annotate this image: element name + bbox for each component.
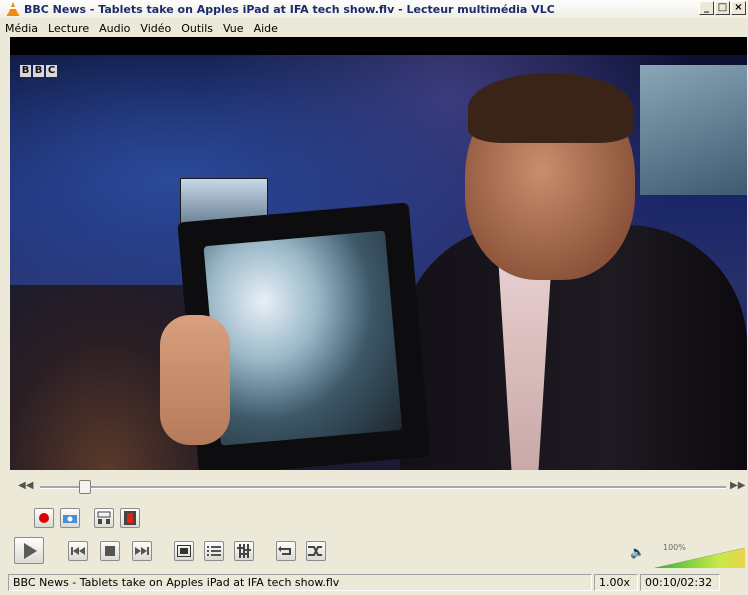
- fullscreen-button[interactable]: [174, 541, 194, 561]
- presenter-hair: [468, 73, 633, 143]
- menu-help[interactable]: Aide: [249, 22, 283, 35]
- loop-ab-button[interactable]: [94, 508, 114, 528]
- loop-ab-icon: [97, 511, 111, 524]
- fullscreen-icon: [177, 545, 191, 557]
- playlist-button[interactable]: [204, 541, 224, 561]
- extended-settings-button[interactable]: [234, 541, 254, 561]
- volume-slider[interactable]: [655, 548, 745, 568]
- seek-track[interactable]: [40, 486, 726, 489]
- snapshot-icon: [63, 515, 77, 523]
- menu-video[interactable]: Vidéo: [135, 22, 176, 35]
- menu-bar: Média Lecture Audio Vidéo Outils Vue Aid…: [0, 19, 748, 37]
- playback-time[interactable]: 00:10/02:32: [640, 574, 720, 591]
- frame-step-button[interactable]: [120, 508, 140, 528]
- video-top-band: [10, 37, 747, 55]
- stop-button[interactable]: [100, 541, 120, 561]
- menu-view[interactable]: Vue: [218, 22, 249, 35]
- record-button[interactable]: [34, 508, 54, 528]
- extended-settings-icon: [237, 544, 251, 558]
- background-screen-right: [640, 65, 747, 195]
- tablet-screen: [203, 230, 403, 446]
- minimize-button[interactable]: _: [699, 1, 714, 15]
- presenter-hand: [160, 315, 230, 445]
- playback-speed[interactable]: 1.00x: [594, 574, 638, 591]
- title-bar: BBC News - Tablets take on Apples iPad a…: [0, 0, 748, 18]
- menu-media[interactable]: Média: [0, 22, 43, 35]
- shuffle-button[interactable]: [306, 541, 326, 561]
- stop-icon: [105, 546, 115, 556]
- play-button[interactable]: [14, 537, 44, 564]
- frame-step-icon: [124, 511, 136, 525]
- video-display[interactable]: B B C: [10, 55, 747, 470]
- seek-forward-icon: ▶▶: [730, 480, 746, 491]
- speaker-icon[interactable]: 🔈: [630, 545, 645, 559]
- loop-button[interactable]: [276, 541, 296, 561]
- previous-button[interactable]: [68, 541, 88, 561]
- snapshot-button[interactable]: [60, 508, 80, 528]
- playlist-icon: [207, 546, 221, 556]
- shuffle-icon: [308, 546, 322, 556]
- previous-icon: [71, 547, 85, 555]
- seek-bar[interactable]: ◀◀ ▶▶: [18, 480, 748, 494]
- seek-handle[interactable]: [79, 480, 92, 494]
- status-filename: BBC News - Tablets take on Apples iPad a…: [8, 574, 592, 591]
- menu-audio[interactable]: Audio: [94, 22, 135, 35]
- next-button[interactable]: [132, 541, 152, 561]
- loop-icon: [278, 546, 291, 555]
- vlc-cone-icon: [6, 2, 20, 16]
- menu-tools[interactable]: Outils: [176, 22, 218, 35]
- seek-back-icon: ◀◀: [18, 480, 34, 491]
- record-icon: [39, 513, 49, 523]
- close-button[interactable]: ×: [731, 1, 746, 15]
- window-title: BBC News - Tablets take on Apples iPad a…: [24, 2, 555, 16]
- status-bar: BBC News - Tablets take on Apples iPad a…: [8, 574, 720, 592]
- bbc-logo: B B C: [20, 65, 57, 77]
- next-icon: [135, 547, 149, 555]
- maximize-button[interactable]: □: [715, 1, 730, 15]
- menu-playback[interactable]: Lecture: [43, 22, 94, 35]
